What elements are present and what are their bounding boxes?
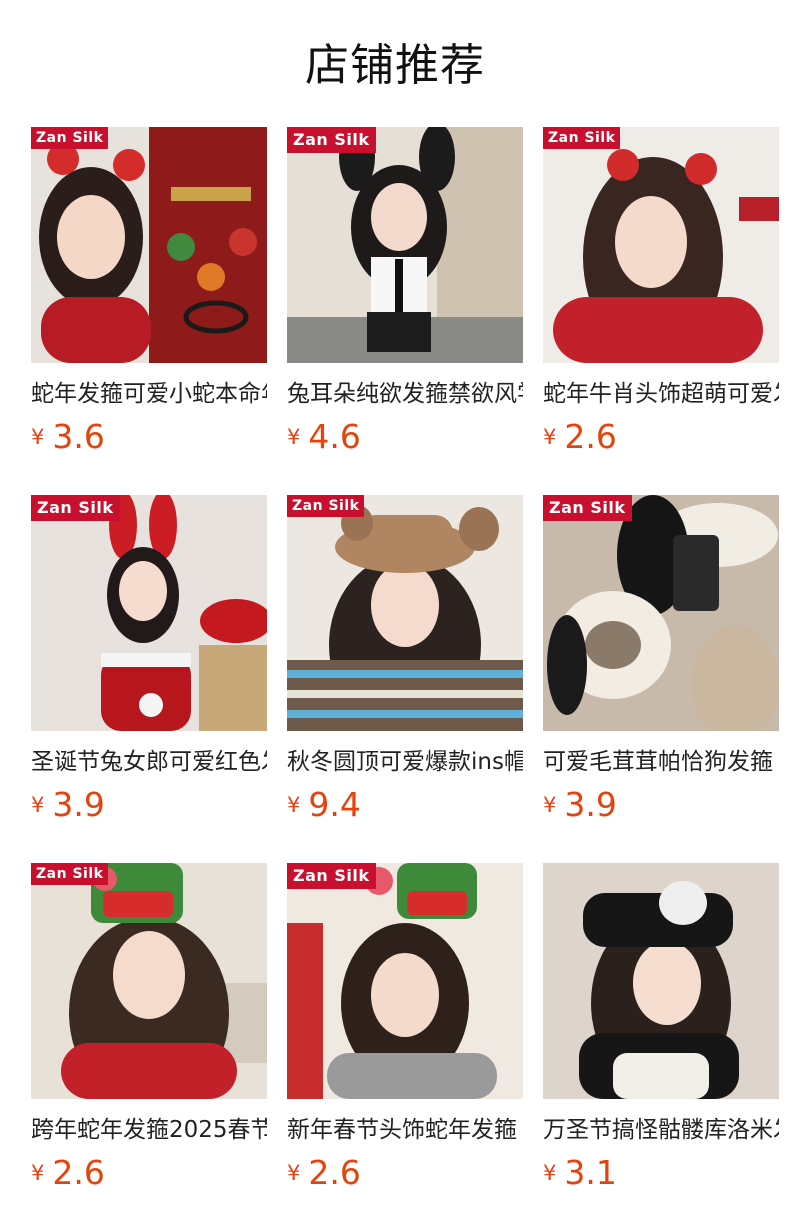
product-card[interactable]: Zan Silk 跨年蛇年发箍2025春节头饰 ¥2.6 (31, 863, 267, 1231)
currency-symbol: ¥ (287, 793, 301, 817)
bunny-ears-photo-icon (287, 127, 523, 363)
currency-symbol: ¥ (31, 1161, 45, 1185)
product-card[interactable]: Zan Silk 圣诞节兔女郎可爱红色发箍 ¥3.9 (31, 495, 267, 863)
product-name[interactable]: 新年春节头饰蛇年发箍 (287, 1113, 523, 1147)
price-amount: 9.4 (308, 785, 361, 824)
product-name[interactable]: 兔耳朵纯欲发箍禁欲风学院风发卡 (287, 377, 523, 411)
product-price: ¥2.6 (287, 1151, 361, 1195)
product-name[interactable]: 可爱毛茸茸帕恰狗发箍 (543, 745, 779, 779)
product-price: ¥3.6 (31, 415, 105, 459)
price-amount: 2.6 (52, 1153, 105, 1192)
product-card[interactable]: Zan Silk 可爱毛茸茸帕恰狗发箍 ¥3.9 (543, 495, 779, 863)
product-image[interactable]: Zan Silk (287, 863, 523, 1099)
product-card[interactable]: Zan Silk 蛇年牛肖头饰超萌可爱发箍 ¥2.6 (543, 127, 779, 495)
product-image[interactable]: Zan Silk (287, 495, 523, 731)
product-price: ¥2.6 (543, 415, 617, 459)
product-image[interactable]: Zan Silk (31, 495, 267, 731)
product-image[interactable] (543, 863, 779, 1099)
zodiac-headband-photo-icon (543, 127, 779, 363)
currency-symbol: ¥ (31, 793, 45, 817)
bear-hat-photo-icon (287, 495, 523, 731)
product-grid: Zan Silk 蛇年发箍可爱小蛇本命年新年头饰 ¥3.6 Zan Silk 兔… (31, 127, 779, 1231)
currency-symbol: ¥ (543, 1161, 557, 1185)
currency-symbol: ¥ (287, 425, 301, 449)
brand-tag: Zan Silk (31, 127, 109, 149)
new-year-headband-photo-icon (31, 863, 267, 1099)
product-image[interactable]: Zan Silk (31, 863, 267, 1099)
product-image[interactable]: Zan Silk (31, 127, 267, 363)
kuromi-headband-photo-icon (543, 863, 779, 1099)
brand-tag: Zan Silk (287, 495, 365, 517)
product-card[interactable]: Zan Silk 蛇年发箍可爱小蛇本命年新年头饰 ¥3.6 (31, 127, 267, 495)
spring-festival-headband-photo-icon (287, 863, 523, 1099)
product-name[interactable]: 跨年蛇年发箍2025春节头饰 (31, 1113, 267, 1147)
currency-symbol: ¥ (287, 1161, 301, 1185)
christmas-bunny-photo-icon (31, 495, 267, 731)
price-amount: 4.6 (308, 417, 361, 456)
product-price: ¥4.6 (287, 415, 361, 459)
product-name[interactable]: 蛇年发箍可爱小蛇本命年新年头饰 (31, 377, 267, 411)
price-amount: 3.9 (564, 785, 617, 824)
page-title: 店铺推荐 (305, 40, 485, 91)
brand-tag: Zan Silk (287, 127, 376, 153)
product-name[interactable]: 秋冬圆顶可爱爆款ins帽子 (287, 745, 523, 779)
product-name[interactable]: 蛇年牛肖头饰超萌可爱发箍 (543, 377, 779, 411)
product-image[interactable]: Zan Silk (543, 127, 779, 363)
product-price: ¥9.4 (287, 783, 361, 827)
brand-tag: Zan Silk (31, 495, 120, 521)
brand-tag: Zan Silk (543, 127, 621, 149)
price-amount: 3.6 (52, 417, 105, 456)
snake-headband-photo-icon (31, 127, 267, 363)
product-price: ¥2.6 (31, 1151, 105, 1195)
brand-tag: Zan Silk (287, 863, 376, 889)
product-price: ¥3.9 (31, 783, 105, 827)
product-name[interactable]: 圣诞节兔女郎可爱红色发箍 (31, 745, 267, 779)
price-amount: 2.6 (564, 417, 617, 456)
product-image[interactable]: Zan Silk (287, 127, 523, 363)
product-card[interactable]: Zan Silk 新年春节头饰蛇年发箍 ¥2.6 (287, 863, 523, 1231)
price-amount: 2.6 (308, 1153, 361, 1192)
plush-dog-headband-photo-icon (543, 495, 779, 731)
brand-tag: Zan Silk (543, 495, 632, 521)
product-card[interactable]: Zan Silk 兔耳朵纯欲发箍禁欲风学院风发卡 ¥4.6 (287, 127, 523, 495)
currency-symbol: ¥ (31, 425, 45, 449)
product-card[interactable]: 万圣节搞怪骷髅库洛米发箍 ¥3.1 (543, 863, 779, 1231)
brand-tag: Zan Silk (31, 863, 109, 885)
currency-symbol: ¥ (543, 425, 557, 449)
price-amount: 3.1 (564, 1153, 617, 1192)
product-price: ¥3.9 (543, 783, 617, 827)
product-name[interactable]: 万圣节搞怪骷髅库洛米发箍 (543, 1113, 779, 1147)
product-price: ¥3.1 (543, 1151, 617, 1195)
price-amount: 3.9 (52, 785, 105, 824)
product-image[interactable]: Zan Silk (543, 495, 779, 731)
currency-symbol: ¥ (543, 793, 557, 817)
product-card[interactable]: Zan Silk 秋冬圆顶可爱爆款ins帽子 ¥9.4 (287, 495, 523, 863)
